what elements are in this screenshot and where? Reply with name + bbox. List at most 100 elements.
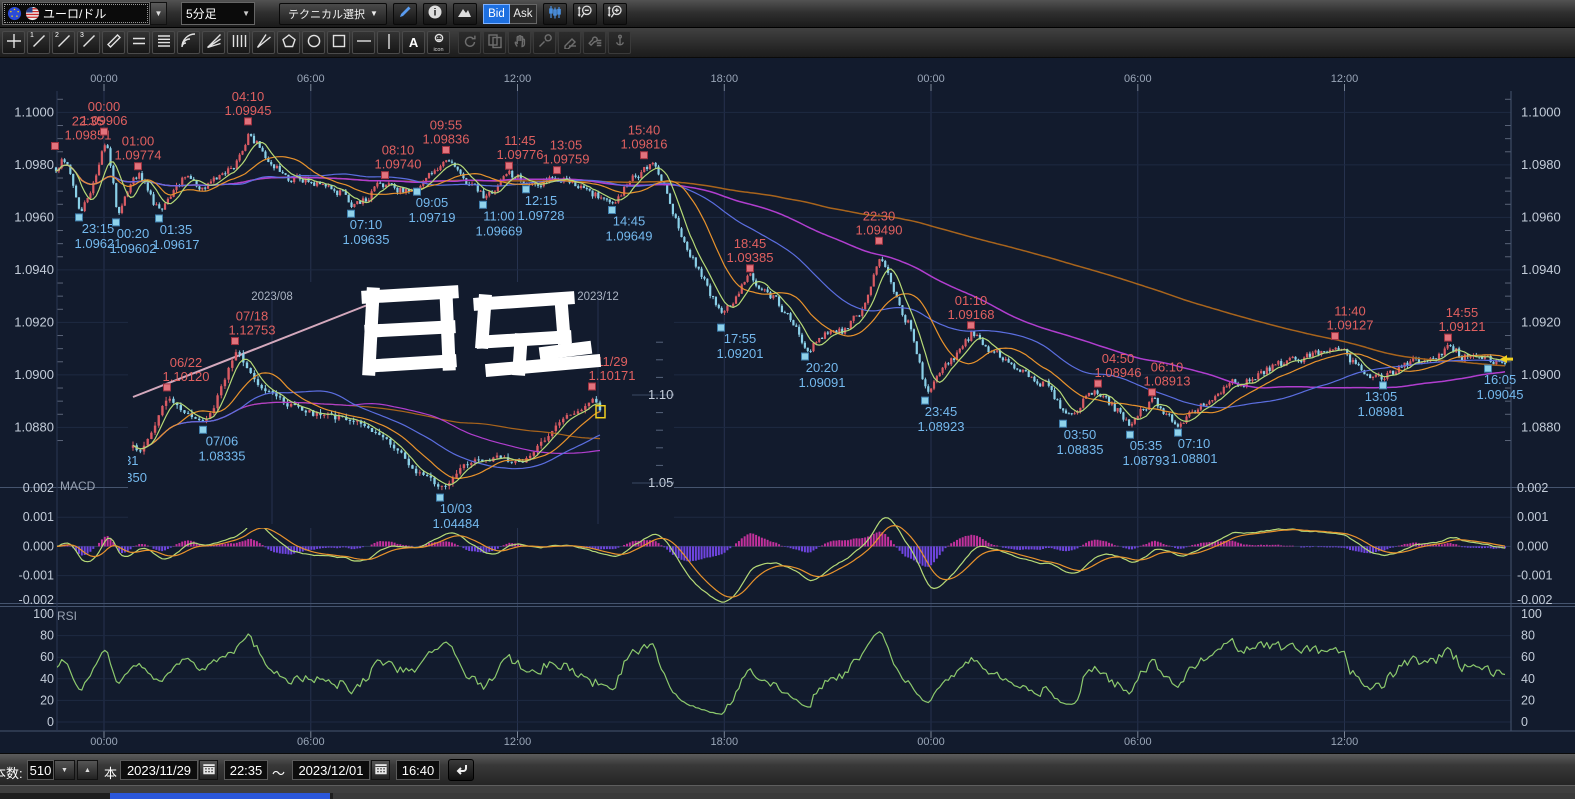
zoom-in-button[interactable] <box>603 3 627 25</box>
time-axis-label: 12:00 <box>504 73 532 85</box>
high-marker <box>1149 389 1156 396</box>
price-axis-label: 1.0920 <box>1521 314 1561 329</box>
tool-icon-stamp-button[interactable]: icon <box>427 31 450 54</box>
reload-range-button[interactable] <box>448 759 474 781</box>
low-marker <box>200 426 207 433</box>
high-marker <box>382 172 389 179</box>
us-flag-icon <box>25 6 40 21</box>
tool-parallel-lines-4-button[interactable] <box>152 31 175 54</box>
low-price-label: 1.08335 <box>199 448 246 463</box>
caret-up-icon: ▲ <box>84 767 91 774</box>
pentagon-icon <box>281 33 297 52</box>
tool-pentagon-button[interactable] <box>277 31 300 54</box>
tool-trendline-2-button[interactable]: 2 <box>52 31 75 54</box>
tool-crosshair-button[interactable] <box>2 31 25 54</box>
high-price-label: 1.09759 <box>543 152 590 167</box>
high-price-label: 1.09906 <box>81 113 128 128</box>
high-price-label: 1.09776 <box>497 147 544 162</box>
tool-gann-angles-button[interactable] <box>252 31 275 54</box>
high-marker <box>101 128 108 135</box>
tool-rectangle-button[interactable] <box>327 31 350 54</box>
tool-trendline-3-button[interactable]: 3 <box>77 31 100 54</box>
low-marker <box>1380 382 1387 389</box>
macd-axis-label: 0.002 <box>23 481 54 495</box>
tool-ruler-button[interactable] <box>102 31 125 54</box>
candle-chart-icon <box>547 4 563 23</box>
tool-ellipse-button[interactable] <box>302 31 325 54</box>
tool-anchor-link-button[interactable] <box>608 31 631 54</box>
tool-pan-hand-button[interactable] <box>508 31 531 54</box>
price-axis-label: 1.1000 <box>1521 104 1561 119</box>
currency-pair-selector[interactable]: ユーロ/ドル <box>2 2 150 25</box>
macd-axis-label: -0.001 <box>1517 569 1552 583</box>
calendar-icon <box>202 762 216 779</box>
tool-copy-button[interactable] <box>483 31 506 54</box>
ask-button[interactable]: Ask <box>510 4 537 24</box>
timeframe-select[interactable]: 5分足 ▼ <box>181 2 255 25</box>
date-from-input[interactable]: 2023/11/29 <box>120 760 198 780</box>
candle-chart-button[interactable] <box>543 3 567 25</box>
low-price-label: 1.08923 <box>918 419 965 434</box>
bid-button[interactable]: Bid <box>483 4 510 24</box>
high-price-label: 1.09774 <box>115 148 162 163</box>
caret-down-icon: ▼ <box>370 9 378 18</box>
vertical-grid-lines-icon <box>231 33 247 52</box>
pair-dropdown-button[interactable]: ▼ <box>150 2 167 25</box>
draw-pencil-button[interactable] <box>393 3 417 25</box>
low-price-label: 1.09719 <box>409 210 456 225</box>
tool-vertical-grid-lines-button[interactable] <box>227 31 250 54</box>
high-price-label: 1.08946 <box>1095 365 1142 380</box>
price-axis-label: 1.0900 <box>1521 367 1561 382</box>
bar-count-input[interactable]: 510 <box>27 760 54 780</box>
tool-undo-rotate-button[interactable] <box>458 31 481 54</box>
fibonacci-fan-icon <box>206 33 222 52</box>
macd-axis-label: 0.001 <box>23 510 54 524</box>
rsi-axis-label: 100 <box>33 607 54 621</box>
chart-style-button[interactable] <box>453 3 477 25</box>
low-time-label: 13:05 <box>1365 389 1398 404</box>
price-axis-label: 1.0920 <box>14 314 54 329</box>
date-to-input[interactable]: 2023/12/01 <box>292 760 370 780</box>
low-marker <box>609 207 616 214</box>
window-bottom-strip <box>0 793 1575 799</box>
tool-text-button[interactable]: A <box>402 31 425 54</box>
rsi-axis-label: 80 <box>1521 629 1535 643</box>
high-marker <box>641 152 648 159</box>
technical-select-button[interactable]: テクニカル選択 ▼ <box>279 3 387 25</box>
date-from-calendar-button[interactable] <box>199 760 218 780</box>
tool-parallel-lines-2-button[interactable] <box>127 31 150 54</box>
tool-settings-wrench-button[interactable] <box>583 31 606 54</box>
high-time-label: 18:45 <box>734 236 767 251</box>
info-button[interactable]: i <box>423 3 447 25</box>
bar-count-label: 本数: <box>0 763 23 782</box>
time-from-input[interactable]: 22:35 <box>224 760 268 780</box>
time-to-input[interactable]: 16:40 <box>396 760 440 780</box>
high-price-label: 1.09385 <box>727 250 774 265</box>
parallel-lines-4-icon <box>156 33 172 52</box>
tool-vertical-line-button[interactable] <box>377 31 400 54</box>
count-increase-button[interactable]: ▲ <box>77 760 98 780</box>
low-time-label: 07:10 <box>350 217 383 232</box>
tool-horizontal-line-button[interactable] <box>352 31 375 54</box>
count-decrease-button[interactable]: ▼ <box>54 760 75 780</box>
tool-fibonacci-arc-button[interactable] <box>177 31 200 54</box>
time-axis-label: 12:00 <box>504 736 532 748</box>
date-to-calendar-button[interactable] <box>371 760 390 780</box>
high-price-label: 1.09816 <box>621 137 668 152</box>
tool-fibonacci-fan-button[interactable] <box>202 31 225 54</box>
tool-edit-wrench-button[interactable] <box>533 31 556 54</box>
tool-eraser-button[interactable] <box>558 31 581 54</box>
tool-trendline-1-button[interactable]: 1 <box>27 31 50 54</box>
price-axis-label: 1.0960 <box>14 209 54 224</box>
low-marker <box>76 214 83 221</box>
price-axis-label: 1.0940 <box>14 262 54 277</box>
calendar-icon <box>374 762 388 779</box>
low-time-label: 07/06 <box>206 433 239 448</box>
bottom-control-bar: 本数: 510 ▼ ▲ 本 2023/11/29 22:35 ～ 2023/12… <box>0 753 1575 786</box>
bar-count-unit: 本 <box>104 763 117 782</box>
zoom-out-button[interactable] <box>573 3 597 25</box>
low-marker <box>1127 431 1134 438</box>
high-marker <box>443 146 450 153</box>
chart-canvas[interactable]: 00:0000:0006:0006:0012:0012:0018:0018:00… <box>0 0 1575 799</box>
low-price-label: 1.09045 <box>1477 387 1524 402</box>
